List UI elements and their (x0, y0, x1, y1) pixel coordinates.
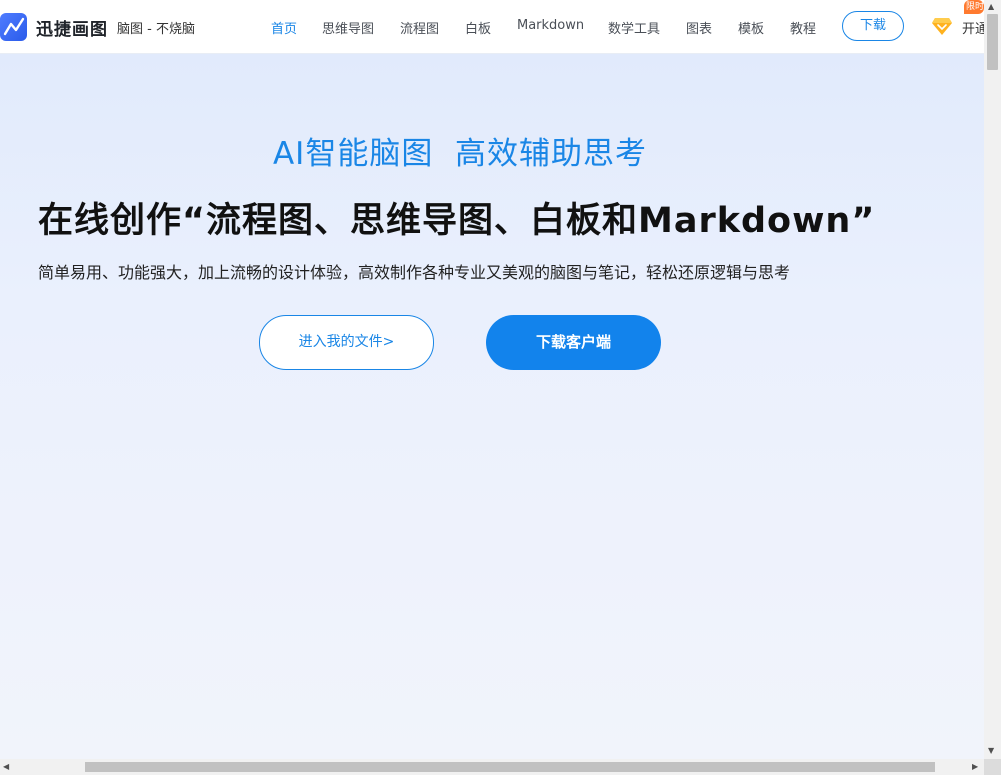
scrollbar-corner (984, 759, 1001, 775)
scroll-right-icon[interactable]: ▶ (972, 762, 978, 772)
download-client-button[interactable]: 下载客户端 (486, 315, 661, 370)
brand-slogan: 脑图 - 不烧脑 (117, 22, 195, 37)
vip-open-link[interactable]: 开通 (962, 18, 984, 37)
chart-line-icon[interactable] (0, 13, 27, 41)
nav-item-math-tools[interactable]: 数学工具 (608, 18, 660, 37)
nav-item-markdown[interactable]: Markdown (517, 18, 584, 33)
horizontal-scrollbar[interactable]: ◀ ▶ (0, 759, 984, 775)
diamond-icon[interactable] (931, 16, 953, 36)
scroll-left-icon[interactable]: ◀ (3, 762, 9, 772)
vertical-scroll-thumb[interactable] (987, 14, 998, 70)
top-header: 迅捷画图 脑图 - 不烧脑 首页 思维导图 流程图 白板 Markdown 数学… (0, 0, 984, 54)
scroll-down-icon[interactable]: ▼ (988, 746, 994, 756)
vertical-scrollbar[interactable]: ▲ ▼ (984, 0, 1001, 759)
nav-item-templates[interactable]: 模板 (738, 18, 764, 37)
nav-item-tutorials[interactable]: 教程 (790, 18, 816, 37)
page: 迅捷画图 脑图 - 不烧脑 首页 思维导图 流程图 白板 Markdown 数学… (0, 0, 984, 759)
nav-item-home[interactable]: 首页 (271, 18, 297, 37)
hero-title: 在线创作“流程图、思维导图、白板和Markdown” (38, 201, 876, 241)
vip-promo-badge: 限时 (964, 0, 984, 14)
header-download-button[interactable]: 下载 (842, 11, 904, 41)
nav-item-mindmap[interactable]: 思维导图 (322, 18, 374, 37)
hero-subtitle: AI智能脑图 高效辅助思考 (272, 136, 648, 172)
nav-item-charts[interactable]: 图表 (686, 18, 712, 37)
my-files-button[interactable]: 进入我的文件> (259, 315, 434, 370)
nav-item-whiteboard[interactable]: 白板 (465, 18, 491, 37)
hero-description: 简单易用、功能强大，加上流畅的设计体验，高效制作各种专业又美观的脑图与笔记，轻松… (38, 263, 791, 282)
scroll-up-icon[interactable]: ▲ (988, 2, 994, 12)
nav-item-flowchart[interactable]: 流程图 (400, 18, 439, 37)
horizontal-scroll-thumb[interactable] (85, 762, 935, 772)
brand-name[interactable]: 迅捷画图 (36, 15, 108, 40)
